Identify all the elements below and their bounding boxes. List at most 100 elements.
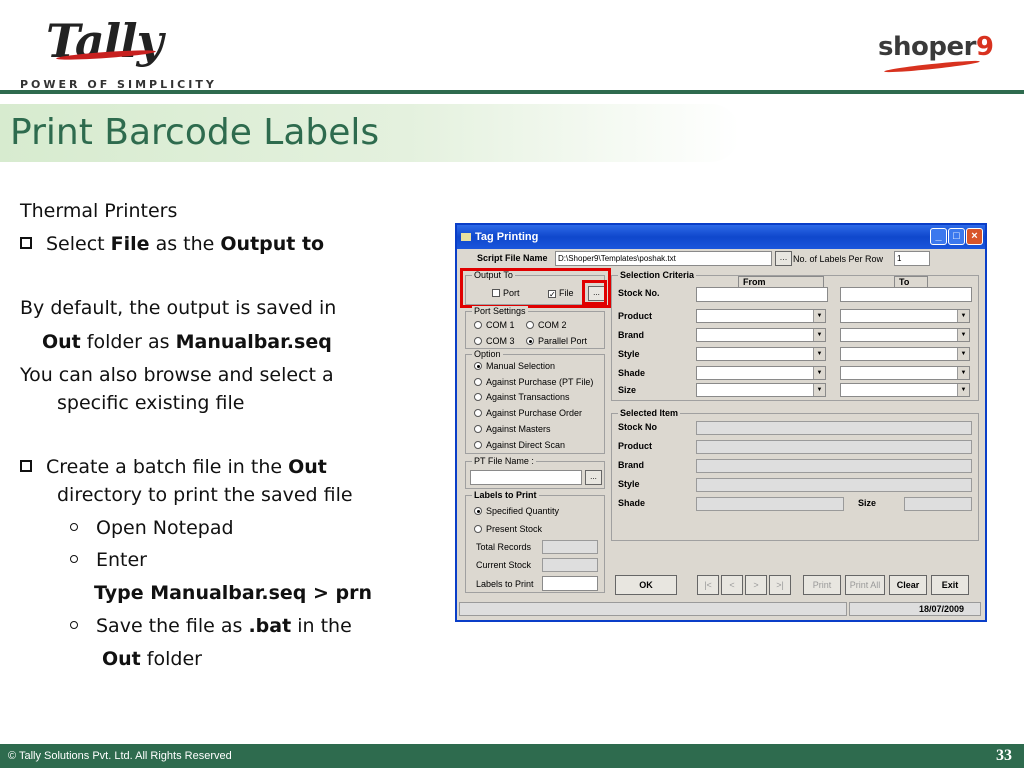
last-record-button[interactable]: >|: [769, 575, 791, 595]
next-record-button[interactable]: >: [745, 575, 767, 595]
option-label: Against Purchase Order: [486, 408, 583, 418]
dropdown-arrow-icon: ▼: [957, 310, 969, 322]
exit-button[interactable]: Exit: [931, 575, 969, 595]
port-settings-title: Port Settings: [472, 306, 528, 316]
text: Out: [288, 456, 327, 478]
selected-brand-field: [696, 459, 972, 473]
text: File: [110, 233, 150, 255]
selection-criteria-title: Selection Criteria: [618, 270, 697, 280]
sub-bullet-item: Enter: [70, 549, 147, 571]
selected-shade-field: [696, 497, 844, 511]
sub-bullet-item: Open Notepad: [70, 517, 234, 539]
option-against-direct-scan[interactable]: Against Direct Scan: [474, 440, 565, 450]
text: Select: [46, 233, 111, 255]
com1-radio[interactable]: COM 1: [474, 320, 515, 330]
option-against-transactions[interactable]: Against Transactions: [474, 392, 570, 402]
radio-icon: [474, 425, 482, 433]
text: Output to: [220, 233, 325, 255]
window-title: Tag Printing: [475, 231, 539, 243]
stock-no-to-input[interactable]: [840, 287, 972, 302]
minimize-button[interactable]: _: [930, 228, 947, 245]
selected-size-label: Size: [858, 498, 877, 508]
size-from-select[interactable]: ▼: [696, 383, 826, 397]
option-against-masters[interactable]: Against Masters: [474, 424, 551, 434]
labels-to-print-group: Labels to Print Specified Quantity Prese…: [465, 490, 605, 593]
pt-file-input[interactable]: [470, 470, 582, 485]
option-against-purchase-order[interactable]: Against Purchase Order: [474, 408, 582, 418]
labels-count-input[interactable]: [542, 576, 598, 591]
script-browse-button[interactable]: …: [775, 251, 792, 266]
maximize-button[interactable]: □: [948, 228, 965, 245]
labels-per-row-label: No. of Labels Per Row: [793, 254, 884, 264]
shade-to-select[interactable]: ▼: [840, 366, 970, 380]
labels-count-label: Labels to Print: [476, 579, 534, 589]
circle-bullet-icon: [70, 555, 78, 563]
text-line: Out folder: [102, 648, 202, 670]
selected-shade-label: Shade: [618, 498, 646, 508]
app-icon: [461, 233, 471, 241]
current-stock-field: [542, 558, 598, 572]
slide: Tally POWER OF SIMPLICITY shoper9 Print …: [0, 0, 1024, 768]
window-titlebar[interactable]: Tag Printing _ □ ×: [457, 225, 985, 249]
com3-radio[interactable]: COM 3: [474, 336, 515, 346]
size-to-select[interactable]: ▼: [840, 383, 970, 397]
first-record-button[interactable]: |<: [697, 575, 719, 595]
text: in the: [291, 615, 352, 637]
text: Thermal Printers: [20, 200, 178, 222]
sub-bullet-item: Save the file as .bat in the: [70, 615, 352, 637]
labels-per-row-input[interactable]: 1: [894, 251, 930, 266]
dropdown-arrow-icon: ▼: [813, 367, 825, 379]
radio-selected-icon: [474, 362, 482, 370]
selected-product-field: [696, 440, 972, 454]
print-all-button[interactable]: Print All: [845, 575, 885, 595]
product-from-select[interactable]: ▼: [696, 309, 826, 323]
style-to-select[interactable]: ▼: [840, 347, 970, 361]
text: specific existing file: [57, 392, 245, 414]
dropdown-arrow-icon: ▼: [957, 384, 969, 396]
option-label: Against Direct Scan: [486, 440, 566, 450]
option-title: Option: [472, 349, 503, 359]
text: Type Manualbar.seq > prn: [94, 582, 373, 604]
tally-logo-text: Tally: [46, 14, 163, 68]
dropdown-arrow-icon: ▼: [813, 384, 825, 396]
text-line: Out folder as Manualbar.seq: [42, 331, 332, 353]
com2-radio[interactable]: COM 2: [526, 320, 567, 330]
text: folder: [140, 648, 202, 670]
style-from-select[interactable]: ▼: [696, 347, 826, 361]
radio-icon: [526, 321, 534, 329]
close-button[interactable]: ×: [966, 228, 983, 245]
option-manual-selection[interactable]: Manual Selection: [474, 361, 555, 371]
clear-button[interactable]: Clear: [889, 575, 927, 595]
product-to-select[interactable]: ▼: [840, 309, 970, 323]
text-line: specific existing file: [57, 392, 244, 414]
pt-browse-button[interactable]: ...: [585, 470, 602, 485]
shoper-logo-number: 9: [975, 32, 994, 62]
brand-to-select[interactable]: ▼: [840, 328, 970, 342]
text: Enter: [96, 549, 147, 571]
circle-bullet-icon: [70, 523, 78, 531]
ok-button[interactable]: OK: [615, 575, 677, 595]
shade-label: Shade: [618, 368, 646, 378]
tag-printing-window: Tag Printing _ □ × Script File Name D:\S…: [455, 223, 987, 622]
pt-file-title: PT File Name :: [472, 456, 536, 466]
stock-no-from-input[interactable]: [696, 287, 828, 302]
style-label: Style: [618, 349, 640, 359]
print-button[interactable]: Print: [803, 575, 841, 595]
shade-from-select[interactable]: ▼: [696, 366, 826, 380]
stock-no-label: Stock No.: [618, 288, 660, 298]
dropdown-arrow-icon: ▼: [957, 329, 969, 341]
selected-stock-no-field: [696, 421, 972, 435]
selected-style-field: [696, 478, 972, 492]
script-file-input[interactable]: D:\Shoper9\Templates\poshak.txt: [555, 251, 772, 266]
page-number: 33: [996, 747, 1012, 764]
selected-product-label: Product: [618, 441, 653, 451]
present-stock-radio[interactable]: Present Stock: [474, 524, 542, 534]
option-against-purchase[interactable]: Against Purchase (PT File): [474, 377, 593, 387]
parallel-port-radio[interactable]: Parallel Port: [526, 336, 587, 346]
previous-record-button[interactable]: <: [721, 575, 743, 595]
brand-from-select[interactable]: ▼: [696, 328, 826, 342]
specified-quantity-radio[interactable]: Specified Quantity: [474, 506, 559, 516]
text: folder as: [80, 331, 176, 353]
total-records-label: Total Records: [476, 542, 532, 552]
radio-icon: [474, 409, 482, 417]
